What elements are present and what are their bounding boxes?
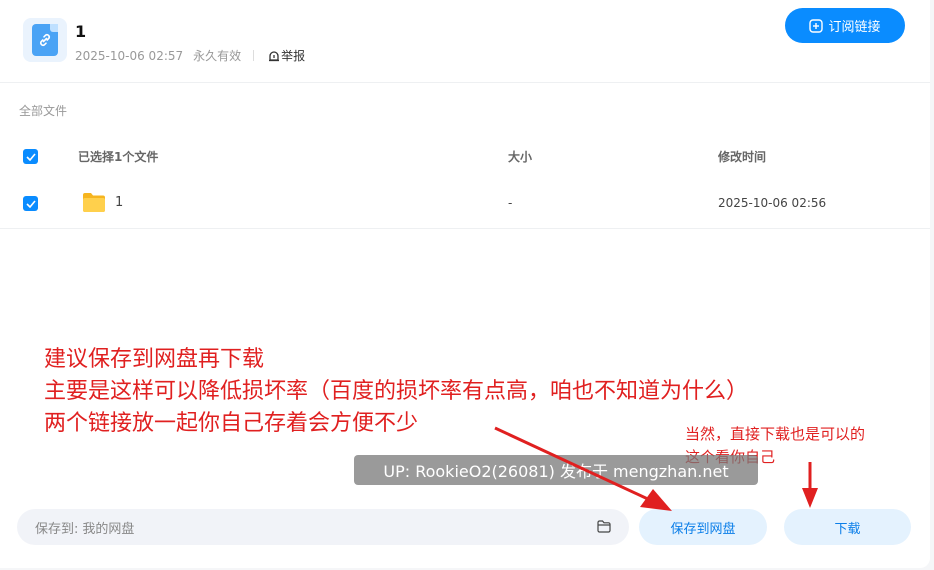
folder-icon (83, 193, 105, 212)
folder-outline-icon (597, 520, 611, 533)
row-divider (0, 228, 930, 229)
add-box-icon (809, 18, 824, 33)
breadcrumb[interactable]: 全部文件 (19, 102, 67, 119)
annotation-line-2: 主要是这样可以降低损坏率（百度的损坏率有点高，咱也不知道为什么） (44, 379, 749, 404)
file-size: - (508, 196, 513, 210)
check-icon (25, 152, 36, 161)
column-header-size[interactable]: 大小 (508, 148, 532, 165)
report-button[interactable]: 举报 (268, 47, 305, 64)
share-title: 1 (75, 22, 87, 41)
annotation-arrow-save-head (640, 489, 672, 511)
download-button[interactable]: 下载 (784, 509, 911, 545)
annotation-arrow-download-head (802, 488, 818, 508)
annotation-line-3: 两个链接放一起你自己存着会方便不少 (44, 411, 419, 436)
report-icon (269, 50, 280, 61)
select-all-checkbox[interactable] (23, 149, 38, 164)
subscribe-link-button[interactable]: 订阅链接 (785, 8, 905, 43)
row-checkbox[interactable] (23, 196, 38, 211)
check-icon (25, 199, 36, 208)
header-divider (0, 82, 930, 83)
file-modified: 2025-10-06 02:56 (718, 196, 827, 210)
watermark: UP: RookieO2(26081) 发布于 mengzhan.net (354, 455, 758, 485)
annotation-side-line-1: 当然，直接下载也是可以的 (685, 425, 866, 443)
meta-divider (253, 50, 255, 61)
file-name[interactable]: 1 (115, 195, 123, 210)
save-location-picker[interactable]: 保存到: 我的网盘 (17, 509, 629, 545)
share-page: 1 2025-10-06 02:57 永久有效 举报 订阅链接 全部文件 已选择… (0, 0, 930, 568)
column-header-modified[interactable]: 修改时间 (718, 148, 766, 165)
save-prefix: 保存到: (35, 521, 79, 537)
save-to-drive-button[interactable]: 保存到网盘 (639, 509, 767, 545)
share-validity: 永久有效 (193, 49, 242, 63)
link-file-icon (23, 18, 67, 62)
share-meta: 2025-10-06 02:57 永久有效 举报 (75, 47, 305, 64)
share-date: 2025-10-06 02:57 (75, 48, 184, 63)
save-location: 我的网盘 (82, 521, 135, 537)
subscribe-label: 订阅链接 (828, 20, 881, 35)
annotation-line-1: 建议保存到网盘再下载 (44, 347, 265, 372)
column-header-name: 已选择1个文件 (78, 150, 159, 164)
report-label: 举报 (281, 49, 306, 63)
